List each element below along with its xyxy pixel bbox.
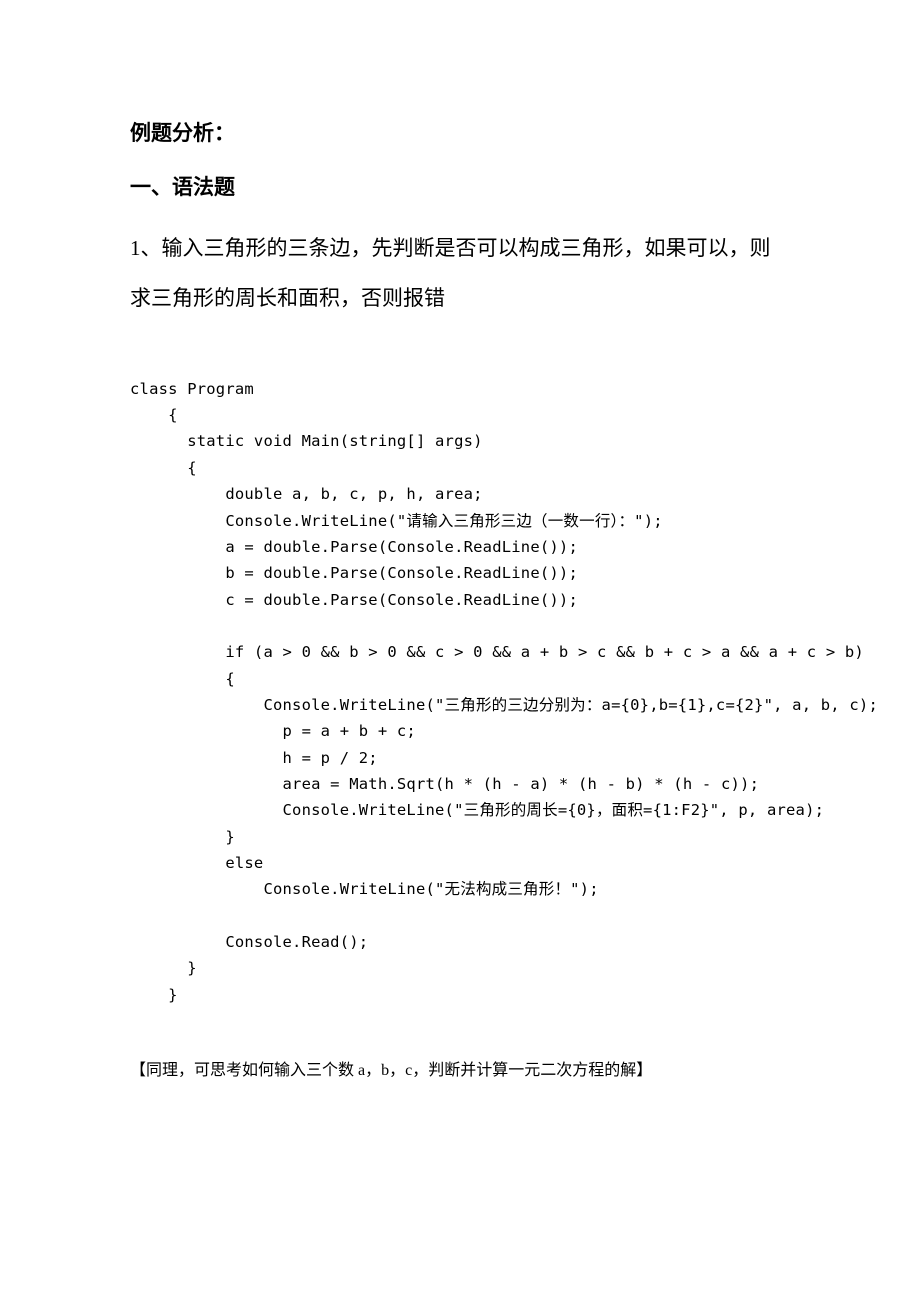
page-heading: 例题分析： bbox=[130, 118, 790, 150]
code-block: class Program { static void Main(string[… bbox=[130, 376, 790, 1008]
section-title: 一、语法题 bbox=[130, 172, 790, 204]
footer-note: 【同理，可思考如何输入三个数 a，b，c，判断并计算一元二次方程的解】 bbox=[130, 1056, 790, 1080]
document-page: 例题分析： 一、语法题 1、输入三角形的三条边，先判断是否可以构成三角形，如果可… bbox=[0, 0, 920, 1140]
problem-statement: 1、输入三角形的三条边，先判断是否可以构成三角形，如果可以，则求三角形的周长和面… bbox=[130, 223, 790, 324]
